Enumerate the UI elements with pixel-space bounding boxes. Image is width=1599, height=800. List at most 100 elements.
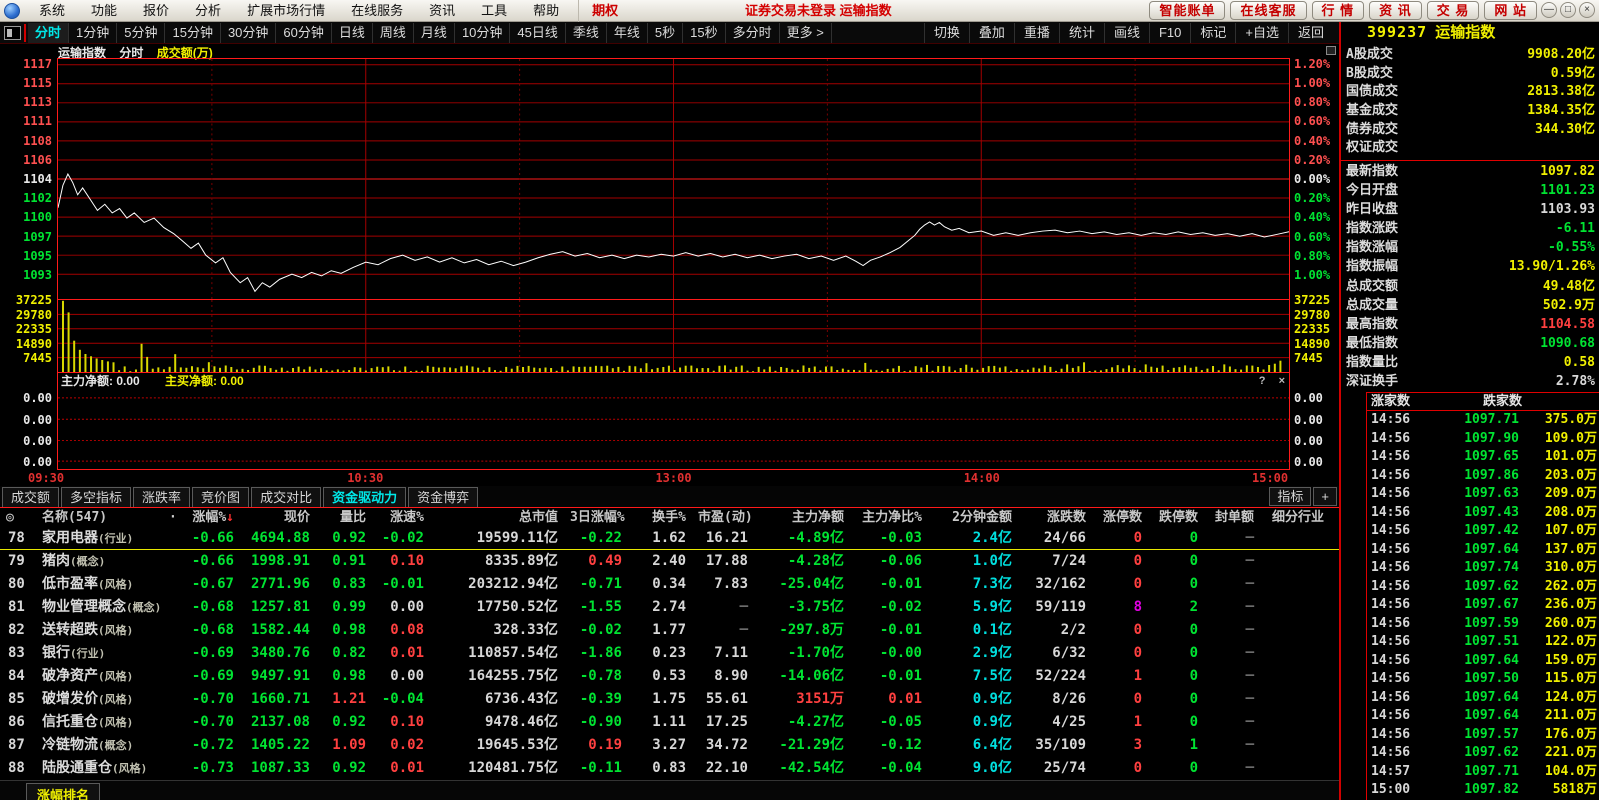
quick-button-交易[interactable]: 交 易	[1427, 1, 1480, 20]
menu-item-资讯[interactable]: 资讯	[416, 0, 468, 22]
action-+自选[interactable]: +自选	[1235, 23, 1288, 43]
close-subpane-icon[interactable]: ×	[1279, 375, 1285, 387]
close-button[interactable]: ×	[1579, 2, 1595, 18]
period-tab-60分钟[interactable]: 60分钟	[276, 23, 331, 43]
quick-button-在线客服[interactable]: 在线客服	[1230, 1, 1306, 20]
period-tab-10分钟[interactable]: 10分钟	[455, 23, 510, 43]
col-header-涨速%[interactable]: 涨速%	[378, 508, 436, 527]
cell: 1582.44	[246, 619, 322, 642]
app-logo-icon[interactable]	[4, 3, 20, 19]
period-tab-多分时[interactable]: 多分时	[726, 23, 780, 43]
tab-成交对比[interactable]: 成交对比	[251, 487, 321, 507]
col-header-现价[interactable]: 现价	[246, 508, 322, 527]
menu-item-在线服务[interactable]: 在线服务	[338, 0, 416, 22]
period-tab-5分钟[interactable]: 5分钟	[117, 23, 165, 43]
volume-pane[interactable]	[57, 300, 1290, 373]
col-header-封单额[interactable]: 封单额	[1210, 508, 1266, 527]
action-返回[interactable]: 返回	[1288, 23, 1333, 43]
help-icon[interactable]: ?	[1259, 375, 1266, 387]
quick-button-资讯[interactable]: 资 讯	[1369, 1, 1422, 20]
period-tab-周线[interactable]: 周线	[373, 23, 414, 43]
tab-资金博弈[interactable]: 资金博弈	[408, 487, 478, 507]
tab-成交额[interactable]: 成交额	[2, 487, 59, 507]
stat-row: 指数量比0.58	[1341, 353, 1599, 372]
action-叠加[interactable]: 叠加	[969, 23, 1014, 43]
cell: 0.99	[322, 596, 378, 619]
table-row[interactable]: 87冷链物流(概念)-0.721405.221.090.0219645.53亿0…	[0, 734, 1339, 757]
table-row[interactable]: 82送转超跌(风格)-0.681582.440.980.08328.33亿-0.…	[0, 619, 1339, 642]
tick-price: 1097.82	[1425, 781, 1519, 800]
tab-竞价图[interactable]: 竞价图	[192, 487, 249, 507]
table-row[interactable]: 83银行(行业)-0.693480.760.820.01110857.54亿-1…	[0, 642, 1339, 665]
minimize-button[interactable]: —	[1541, 2, 1557, 18]
action-画线[interactable]: 画线	[1104, 23, 1149, 43]
period-tab-季线[interactable]: 季线	[566, 23, 607, 43]
tab-多空指标[interactable]: 多空指标	[61, 487, 131, 507]
menu-item-工具[interactable]: 工具	[468, 0, 520, 22]
table-row[interactable]: 86信托重仓(风格)-0.702137.080.920.109478.46亿-0…	[0, 711, 1339, 734]
col-header-3日涨幅%[interactable]: 3日涨幅%	[570, 508, 634, 527]
quick-button-网站[interactable]: 网 站	[1484, 1, 1537, 20]
quick-button-行情[interactable]: 行 情	[1312, 1, 1365, 20]
col-header-2分钟金额[interactable]: 2分钟金额	[934, 508, 1024, 527]
action-切换[interactable]: 切换	[924, 23, 969, 43]
menu-item-报价[interactable]: 报价	[130, 0, 182, 22]
col-header-跌停数[interactable]: 跌停数	[1154, 508, 1210, 527]
col-header-换手%[interactable]: 换手%	[634, 508, 698, 527]
period-tab-45日线[interactable]: 45日线	[510, 23, 565, 43]
tab-资金驱动力[interactable]: 资金驱动力	[323, 487, 406, 507]
period-tab-更多 >[interactable]: 更多 >	[780, 23, 832, 43]
menu-item-highlight[interactable]: 期权	[578, 0, 631, 22]
col-header-名称(547)[interactable]: 名称(547) ·	[36, 508, 184, 527]
tabbar-button-+[interactable]: +	[1313, 487, 1337, 506]
table-row[interactable]: 84破净资产(风格)-0.699497.910.980.00164255.75亿…	[0, 665, 1339, 688]
col-header-主力净比%[interactable]: 主力净比%	[856, 508, 934, 527]
tick-header[interactable]: 涨家数 跌家数	[1366, 392, 1599, 411]
table-row[interactable]: 88陆股通重仓(风格)-0.731087.330.920.01120481.75…	[0, 757, 1339, 780]
col-header-涨跌数[interactable]: 涨跌数	[1024, 508, 1098, 527]
bottom-tab-涨幅排名[interactable]: 涨幅排名	[26, 783, 100, 800]
period-tab-15分钟[interactable]: 15分钟	[165, 23, 220, 43]
period-tab-分时[interactable]: 分时	[28, 23, 69, 43]
table-row[interactable]: 79猪肉(概念)-0.661998.910.910.108335.89亿0.49…	[0, 550, 1339, 573]
period-tab-1分钟[interactable]: 1分钟	[69, 23, 117, 43]
table-row[interactable]: 85破增发价(风格)-0.701660.711.21-0.046736.43亿-…	[0, 688, 1339, 711]
col-header-涨幅%[interactable]: 涨幅%↓	[184, 508, 246, 527]
fund-flow-pane[interactable]	[57, 390, 1290, 470]
telescope-icon[interactable]: ◎	[6, 510, 14, 525]
table-row[interactable]: 80低市盈率(风格)-0.672771.960.83-0.01203212.94…	[0, 573, 1339, 596]
period-tab-5秒[interactable]: 5秒	[648, 23, 683, 43]
menu-item-分析[interactable]: 分析	[182, 0, 234, 22]
tab-涨跌率[interactable]: 涨跌率	[133, 487, 190, 507]
layout-toggle-icon[interactable]	[4, 26, 21, 40]
col-header-涨停数[interactable]: 涨停数	[1098, 508, 1154, 527]
cell: 0.23	[634, 642, 698, 665]
period-tab-日线[interactable]: 日线	[332, 23, 373, 43]
action-重播[interactable]: 重播	[1014, 23, 1059, 43]
row-name: 破增发价(风格)	[36, 688, 184, 711]
period-tab-年线[interactable]: 年线	[607, 23, 648, 43]
maximize-button[interactable]: □	[1560, 2, 1576, 18]
col-header-市盈(动)[interactable]: 市盈(动)	[698, 508, 760, 527]
menu-item-功能[interactable]: 功能	[78, 0, 130, 22]
col-header-总市值[interactable]: 总市值	[436, 508, 570, 527]
period-tab-月线[interactable]: 月线	[414, 23, 455, 43]
col-header-主力净额[interactable]: 主力净额	[760, 508, 856, 527]
period-tab-30分钟[interactable]: 30分钟	[221, 23, 276, 43]
price-pane[interactable]	[57, 58, 1290, 300]
quick-button-智能账单[interactable]: 智能账单	[1149, 1, 1225, 20]
table-row[interactable]: 78家用电器(行业)-0.664694.880.92-0.0219599.11亿…	[0, 527, 1339, 550]
action-统计[interactable]: 统计	[1059, 23, 1104, 43]
menu-item-系统[interactable]: 系统	[26, 0, 78, 22]
stat-row: 指数振幅13.90/1.26%	[1341, 257, 1599, 276]
action-F10[interactable]: F10	[1149, 23, 1190, 43]
period-tab-15秒[interactable]: 15秒	[683, 23, 725, 43]
menu-item-帮助[interactable]: 帮助	[520, 0, 572, 22]
action-标记[interactable]: 标记	[1190, 23, 1235, 43]
col-header-量比[interactable]: 量比	[322, 508, 378, 527]
chart-popout-icon[interactable]	[1326, 46, 1336, 55]
table-row[interactable]: 81物业管理概念(概念)-0.681257.810.990.0017750.52…	[0, 596, 1339, 619]
menu-item-扩展市场行情[interactable]: 扩展市场行情	[234, 0, 338, 22]
tabbar-button-指标[interactable]: 指标	[1269, 487, 1311, 506]
col-header-细分行业[interactable]: 细分行业	[1266, 508, 1336, 527]
